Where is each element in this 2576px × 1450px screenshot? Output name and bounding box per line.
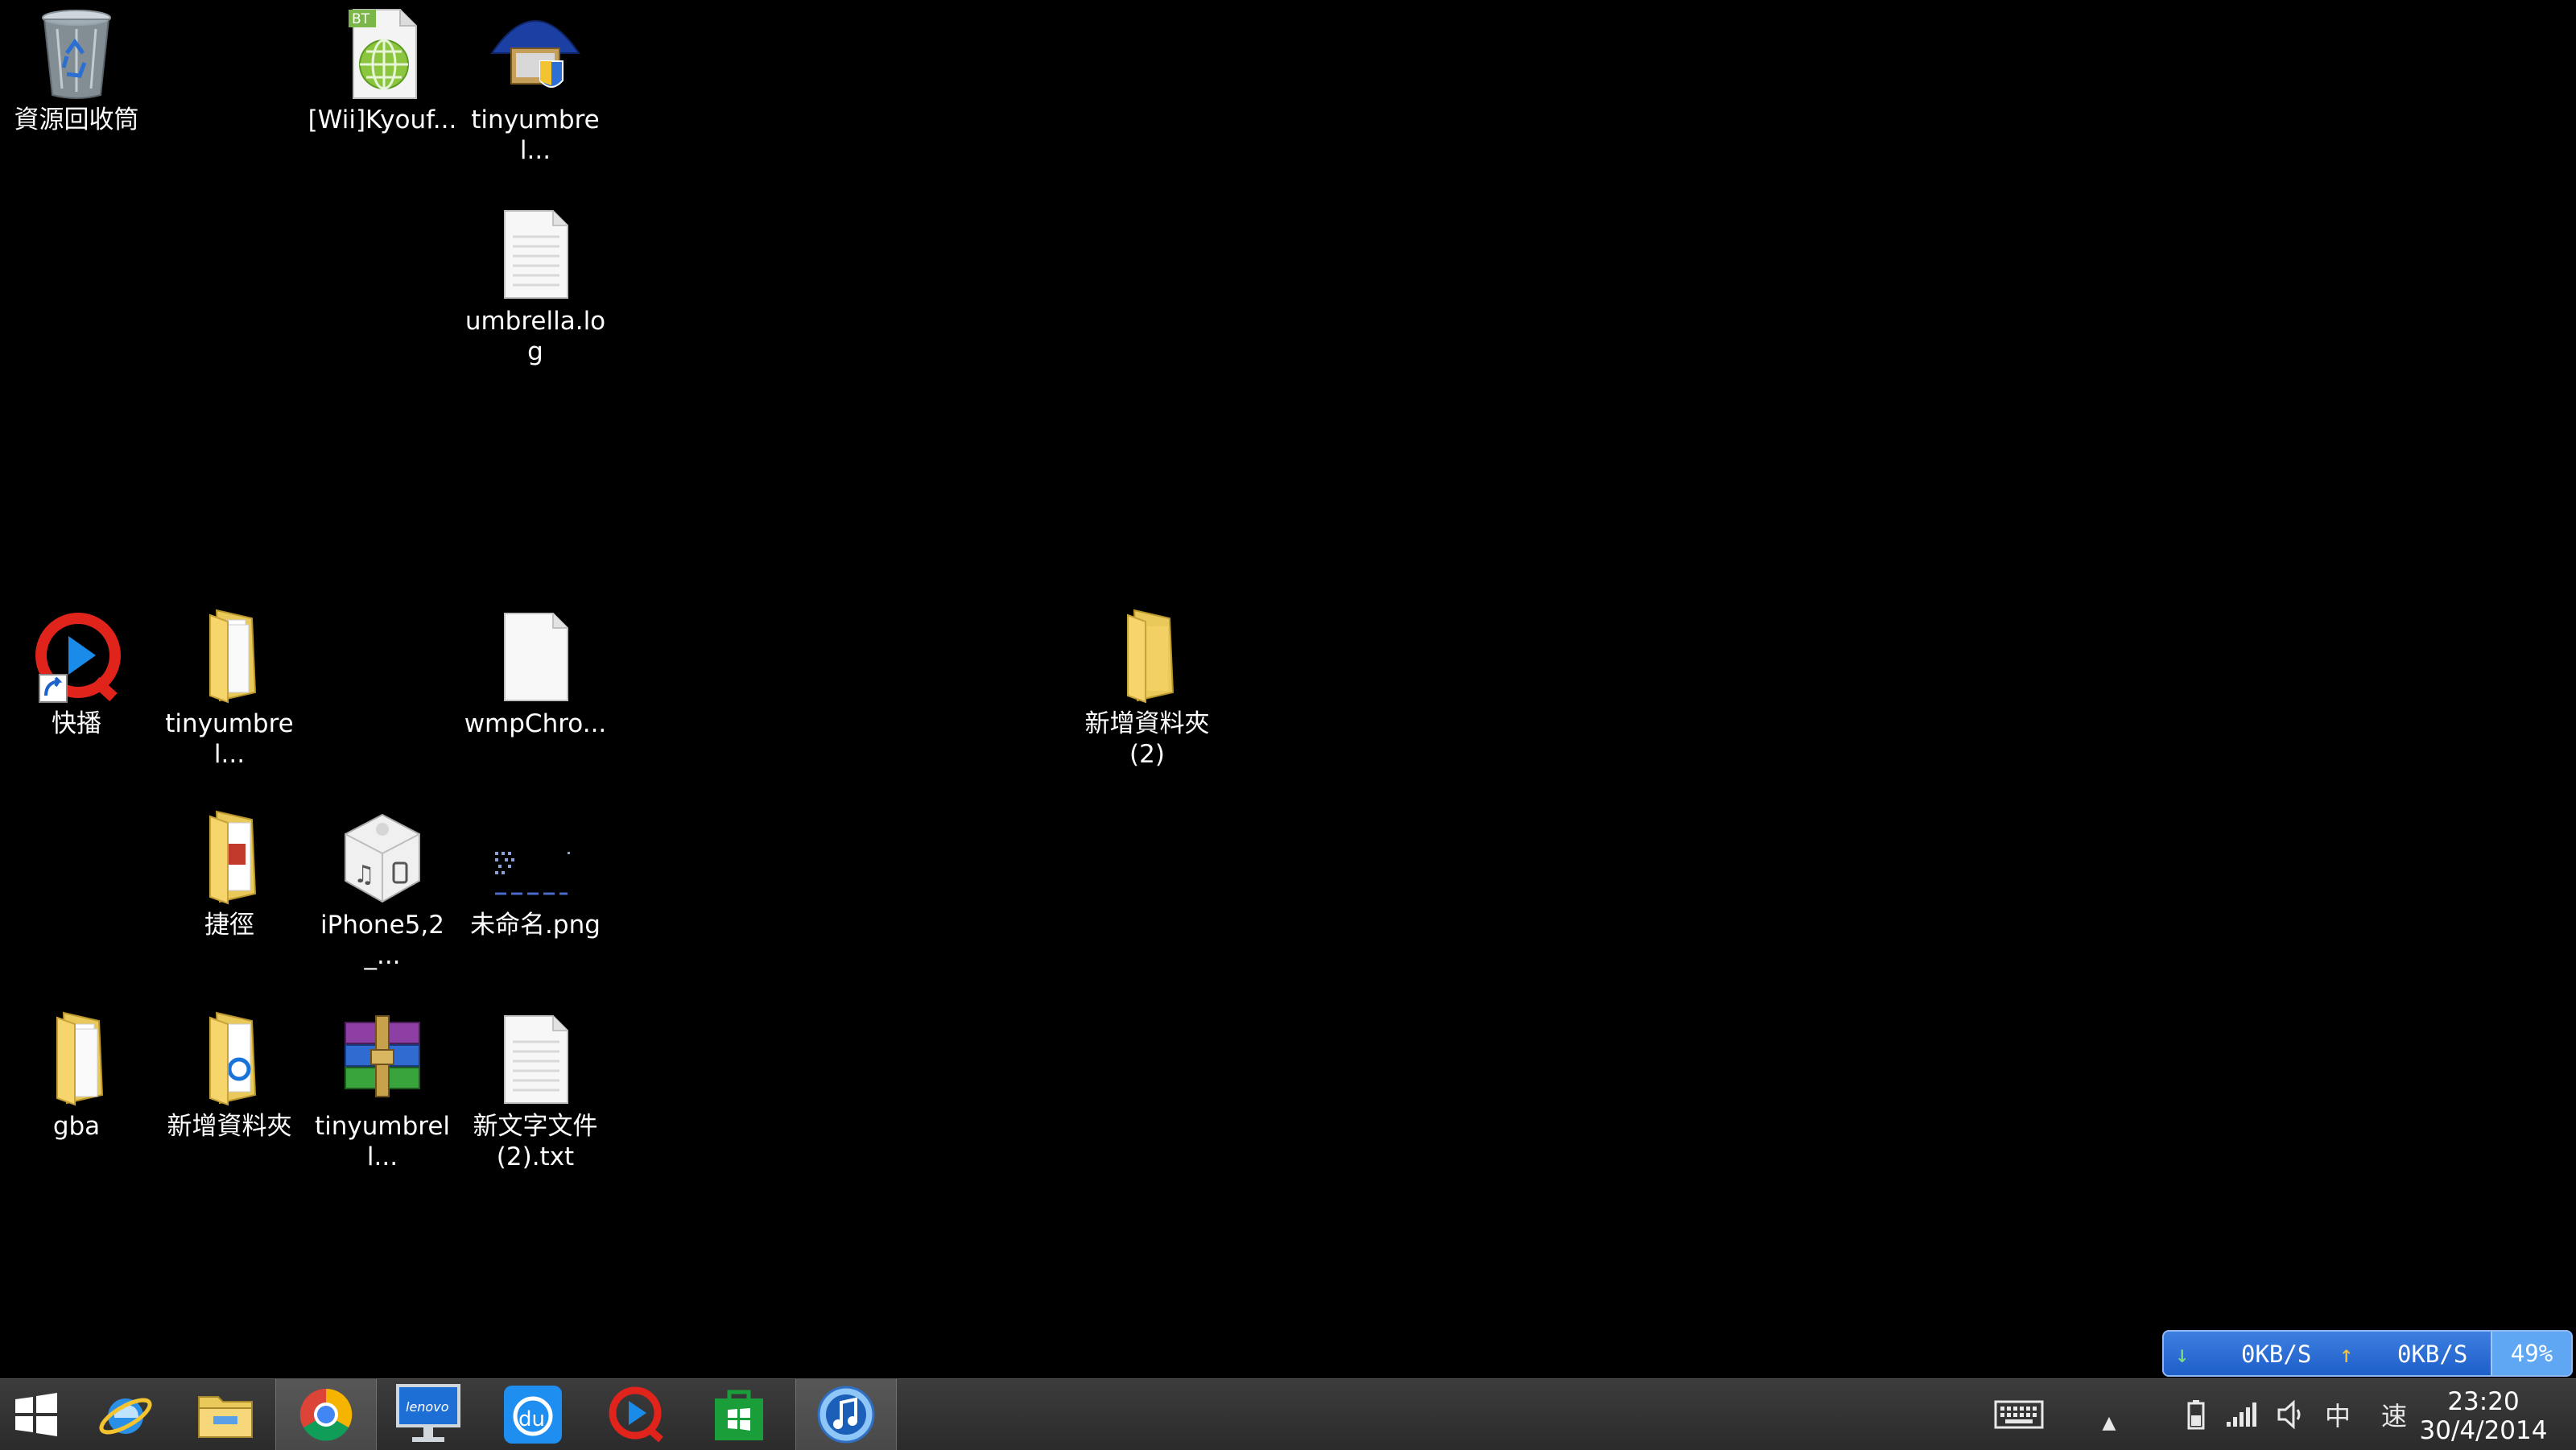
taskbar-file-explorer[interactable] — [175, 1379, 275, 1450]
show-hidden-icons-icon[interactable]: ▲ — [2090, 1403, 2128, 1442]
desktop-icon-label: 新文字文件 (2).txt — [473, 1112, 598, 1171]
desktop-icon-label: umbrella.log — [464, 307, 606, 366]
desktop-icon-label: [Wii]Kyouf... — [308, 105, 457, 134]
folder-icon — [181, 609, 278, 705]
desktop-icon-wmpchro[interactable]: wmpChro... — [459, 609, 612, 739]
desktop-icon-recycle-bin[interactable]: 資源回收筒 — [0, 5, 153, 135]
taskbar-baidu[interactable]: du — [483, 1379, 583, 1450]
taskbar-lenovo[interactable]: lenovo — [378, 1379, 478, 1450]
svg-text:♫: ♫ — [353, 861, 375, 889]
desktop: 資源回收筒 BT [Wii]Kyouf... tinyumbrel... umb… — [0, 0, 2576, 1378]
upload-arrow-icon: ↑ — [2339, 1341, 2354, 1368]
desktop-icon-label: 捷徑 — [204, 911, 254, 940]
network-speed-widget[interactable]: ↓ 0KB/S ↑ 0KB/S 49% — [2162, 1330, 2573, 1377]
desktop-icon-untitled-png[interactable]: 未命名.png — [459, 810, 612, 940]
taskbar: lenovo du ▲ 中 速 23:20 30/4/2014 — [0, 1378, 2576, 1450]
desktop-icon-label: gba — [52, 1112, 101, 1141]
desktop-icon-shortcuts-folder[interactable]: 捷徑 — [153, 810, 306, 940]
desktop-icon-tinyumbrella-folder[interactable]: tinyumbrel... — [153, 609, 306, 770]
desktop-icon-tinyumbrella-app[interactable]: tinyumbrel... — [459, 5, 612, 166]
clock-date: 30/4/2014 — [2419, 1416, 2548, 1445]
windows-start-icon — [15, 1393, 57, 1436]
volume-icon[interactable] — [2270, 1395, 2309, 1434]
desktop-icon-label: 未命名.png — [470, 911, 601, 940]
folder-icon — [181, 810, 278, 907]
taskbar-clock[interactable]: 23:20 30/4/2014 — [2407, 1387, 2560, 1445]
text-file-icon — [487, 1011, 584, 1108]
internet-explorer-icon — [99, 1398, 152, 1435]
png-image-icon — [487, 810, 584, 907]
desktop-icon-new-folder-2[interactable]: 新增資料夾 (2) — [1071, 609, 1224, 770]
desktop-icon-bt-file[interactable]: BT [Wii]Kyouf... — [306, 5, 459, 135]
desktop-icon-label: iPhone5,2_... — [320, 911, 444, 970]
tinyumbrella-app-icon — [487, 5, 584, 101]
desktop-icon-new-folder[interactable]: 新增資料夾 — [153, 1011, 306, 1142]
baidu-du-icon: du — [504, 1386, 562, 1444]
desktop-icon-label: 快播 — [52, 709, 101, 738]
folder-icon — [181, 1011, 278, 1108]
desktop-icon-qvod-shortcut[interactable]: 快播 — [0, 609, 153, 739]
download-speed: 0KB/S — [2241, 1341, 2312, 1368]
battery-icon[interactable] — [2177, 1395, 2215, 1434]
svg-text:lenovo: lenovo — [406, 1399, 449, 1415]
ipsw-file-icon: ♫ — [334, 810, 431, 907]
desktop-icon-tinyumbrella-rar[interactable]: tinyumbrell... — [306, 1011, 459, 1172]
lenovo-monitor-icon: lenovo — [396, 1384, 460, 1442]
download-arrow-icon: ↓ — [2175, 1341, 2190, 1368]
qvod-player-shortcut-icon — [28, 609, 125, 705]
bt-torrent-file-icon: BT — [334, 5, 431, 101]
clock-time: 23:20 — [2447, 1387, 2520, 1416]
desktop-icon-label: 新增資料夾 (2) — [1084, 709, 1210, 769]
upload-speed: 0KB/S — [2397, 1341, 2468, 1368]
desktop-icon-new-text-doc-2[interactable]: 新文字文件 (2).txt — [459, 1011, 612, 1172]
desktop-icon-iphone-ipsw[interactable]: ♫ iPhone5,2_... — [306, 810, 459, 971]
blank-file-icon — [487, 609, 584, 705]
qvod-player-icon — [609, 1386, 663, 1443]
chrome-icon — [299, 1388, 353, 1441]
desktop-icon-label: wmpChro... — [464, 709, 607, 738]
folder-icon — [1099, 609, 1195, 705]
touch-keyboard-icon[interactable] — [1993, 1395, 2045, 1434]
taskbar-store[interactable] — [689, 1379, 789, 1450]
start-button[interactable] — [0, 1379, 72, 1450]
desktop-icon-label: 資源回收筒 — [14, 105, 139, 134]
svg-text:du: du — [518, 1407, 545, 1431]
desktop-icon-label: tinyumbrel... — [165, 709, 294, 769]
winrar-archive-icon — [334, 1011, 431, 1108]
desktop-icon-label: tinyumbrell... — [314, 1112, 451, 1171]
taskbar-qvod[interactable] — [586, 1379, 686, 1450]
taskbar-chrome[interactable] — [275, 1379, 377, 1450]
file-explorer-icon — [198, 1396, 253, 1438]
network-signal-icon[interactable] — [2222, 1395, 2260, 1434]
memory-usage-percent: 49% — [2491, 1332, 2571, 1375]
windows-store-icon — [715, 1390, 763, 1440]
taskbar-internet-explorer[interactable] — [76, 1379, 175, 1450]
desktop-icon-umbrella-log[interactable]: umbrella.log — [459, 206, 612, 367]
recycle-bin-icon — [28, 5, 125, 101]
itunes-icon — [817, 1386, 875, 1444]
text-file-icon — [487, 206, 584, 303]
svg-text:BT: BT — [352, 11, 370, 27]
desktop-icon-label: 新增資料夾 — [167, 1112, 292, 1141]
ime-indicator[interactable]: 中 — [2318, 1395, 2357, 1434]
desktop-icon-label: tinyumbrel... — [471, 105, 600, 165]
folder-icon — [28, 1011, 125, 1108]
desktop-icon-gba-folder[interactable]: gba — [0, 1011, 153, 1142]
taskbar-itunes[interactable] — [795, 1379, 897, 1450]
